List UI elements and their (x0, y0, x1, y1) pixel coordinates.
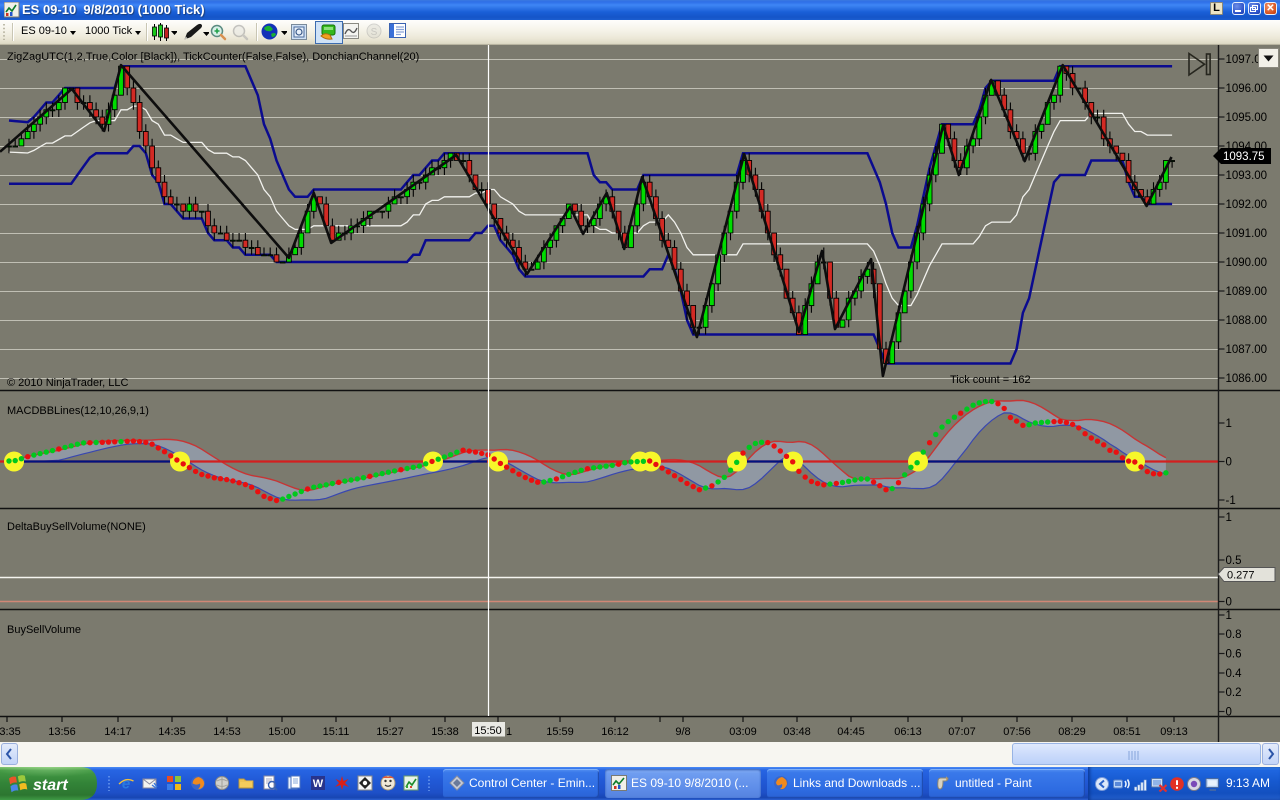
svg-text:14:35: 14:35 (158, 726, 186, 738)
svg-text:1088.00: 1088.00 (1226, 315, 1268, 327)
svg-text:1096.00: 1096.00 (1226, 83, 1268, 95)
svg-text:08:51: 08:51 (1113, 726, 1141, 738)
svg-text:0.277: 0.277 (1227, 570, 1255, 582)
svg-text:1: 1 (1226, 610, 1232, 622)
svg-text:1: 1 (506, 726, 512, 738)
svg-text:07:56: 07:56 (1003, 726, 1031, 738)
svg-text:07:07: 07:07 (948, 726, 976, 738)
svg-text:15:27: 15:27 (376, 726, 404, 738)
svg-text:0.6: 0.6 (1226, 649, 1242, 661)
svg-text:16:12: 16:12 (601, 726, 629, 738)
svg-text:DeltaBuySellVolume(NONE): DeltaBuySellVolume(NONE) (7, 521, 146, 533)
svg-text:0.5: 0.5 (1226, 555, 1242, 567)
svg-text:0: 0 (1226, 457, 1232, 469)
svg-text:-1: -1 (1226, 495, 1236, 507)
svg-text:03:09: 03:09 (729, 726, 757, 738)
svg-text:15:50: 15:50 (474, 725, 502, 737)
svg-text:1092.00: 1092.00 (1226, 199, 1268, 211)
svg-text:9/8: 9/8 (675, 726, 690, 738)
svg-text:04:45: 04:45 (837, 726, 865, 738)
svg-text:08:29: 08:29 (1058, 726, 1086, 738)
svg-text:09:13: 09:13 (1160, 726, 1188, 738)
svg-text:15:00: 15:00 (268, 726, 296, 738)
svg-text:S: S (371, 27, 378, 38)
svg-text:W: W (313, 778, 324, 790)
svg-text:e: e (122, 776, 130, 793)
svg-text:14:53: 14:53 (213, 726, 241, 738)
svg-text:1095.00: 1095.00 (1226, 112, 1268, 124)
svg-text:1093.75: 1093.75 (1223, 151, 1265, 163)
svg-text:14:17: 14:17 (104, 726, 132, 738)
svg-text:1091.00: 1091.00 (1226, 228, 1268, 240)
svg-text:MACDBBLines(12,10,26,9,1): MACDBBLines(12,10,26,9,1) (7, 405, 149, 417)
svg-text:1087.00: 1087.00 (1226, 344, 1268, 356)
svg-text:0.8: 0.8 (1226, 629, 1242, 641)
svg-text:1086.00: 1086.00 (1226, 373, 1268, 385)
svg-text:13:56: 13:56 (48, 726, 76, 738)
svg-text:Tick count = 162: Tick count = 162 (950, 374, 1031, 386)
svg-text:03:48: 03:48 (783, 726, 811, 738)
svg-text:1: 1 (1226, 418, 1232, 430)
svg-text:15:59: 15:59 (546, 726, 574, 738)
svg-text:0: 0 (1226, 707, 1232, 719)
svg-text:15:38: 15:38 (431, 726, 459, 738)
svg-text:13:35: 13:35 (0, 726, 21, 738)
svg-text:15:11: 15:11 (323, 726, 350, 738)
svg-text:1090.00: 1090.00 (1226, 257, 1268, 269)
svg-text:1097.0: 1097.0 (1226, 54, 1261, 66)
svg-text:ZigZagUTC(1,2,True,Color [Blac: ZigZagUTC(1,2,True,Color [Black]), TickC… (7, 51, 419, 63)
svg-text:0: 0 (1226, 597, 1232, 609)
svg-text:© 2010 NinjaTrader, LLC: © 2010 NinjaTrader, LLC (7, 377, 128, 389)
svg-text:0.4: 0.4 (1226, 668, 1243, 680)
svg-text:1093.00: 1093.00 (1226, 170, 1268, 182)
svg-text:BuySellVolume: BuySellVolume (7, 624, 81, 636)
svg-text:1: 1 (1226, 512, 1232, 524)
svg-text:start: start (33, 777, 68, 794)
svg-text:06:13: 06:13 (894, 726, 922, 738)
svg-text:1089.00: 1089.00 (1226, 286, 1268, 298)
svg-text:0.2: 0.2 (1226, 687, 1242, 699)
